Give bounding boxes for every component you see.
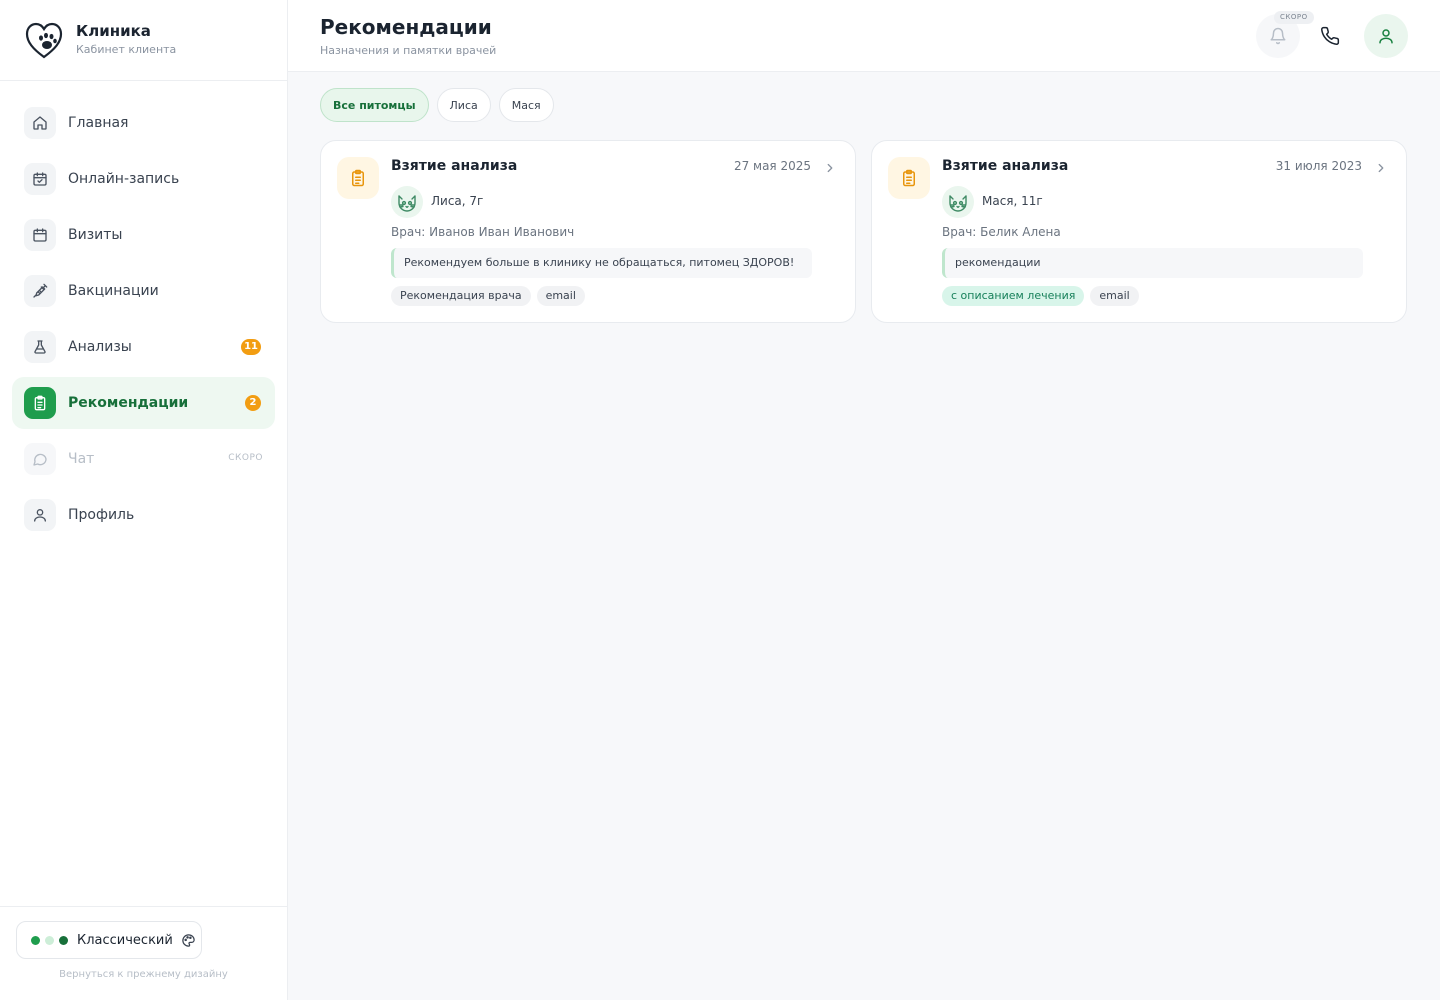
card-tags: с описанием лечения email bbox=[942, 286, 1145, 306]
sidebar-item-label: Рекомендации bbox=[68, 395, 189, 411]
sidebar: Клиника Кабинет клиента Главная Онлайн-з… bbox=[0, 0, 288, 1000]
sidebar-item-vaccinations[interactable]: Вакцинации bbox=[12, 265, 275, 317]
theme-dot-green bbox=[31, 935, 40, 945]
doctor-name: Врач: Иванов Иван Иванович bbox=[391, 225, 575, 239]
tag: с описанием лечения bbox=[942, 286, 1085, 306]
page-subtitle: Назначения и памятки врачей bbox=[320, 44, 497, 57]
chevron-right-icon[interactable] bbox=[823, 161, 837, 175]
sidebar-item-visits[interactable]: Визиты bbox=[12, 209, 275, 261]
page-title: Рекомендации bbox=[320, 15, 492, 39]
clipboard-icon bbox=[24, 387, 56, 419]
bell-icon bbox=[1269, 27, 1287, 45]
recommendation-note: Рекомендуем больше в клинику не обращать… bbox=[391, 248, 812, 278]
sidebar-item-label: Главная bbox=[68, 115, 129, 131]
recommendations-count-badge: 2 bbox=[245, 395, 261, 411]
notifications-soon-badge: СКОРО bbox=[1274, 11, 1314, 24]
sidebar-nav: Главная Онлайн-запись Визиты Вакцинации … bbox=[0, 81, 287, 541]
pet-filter-chips: Все питомцы Лиса Мася bbox=[320, 88, 562, 122]
sidebar-item-label: Онлайн-запись bbox=[68, 171, 180, 187]
clipboard-icon bbox=[888, 157, 930, 199]
sidebar-item-recommendations[interactable]: Рекомендации 2 bbox=[12, 377, 275, 429]
brand-title: Клиника bbox=[76, 22, 151, 40]
tag: email bbox=[1090, 286, 1139, 306]
doctor-name: Врач: Белик Алена bbox=[942, 225, 1061, 239]
sidebar-item-label: Профиль bbox=[68, 507, 135, 523]
home-icon bbox=[24, 107, 56, 139]
calendar-icon bbox=[24, 219, 56, 251]
chat-soon-label: СКОРО bbox=[228, 453, 263, 463]
sidebar-footer: Классический Вернуться к прежнему дизайн… bbox=[0, 906, 287, 1000]
sidebar-item-chat: Чат СКОРО bbox=[12, 433, 275, 485]
sidebar-item-profile[interactable]: Профиль bbox=[12, 489, 275, 541]
filter-pet-lisa[interactable]: Лиса bbox=[436, 88, 491, 122]
pet-name: Лиса, 7г bbox=[431, 194, 484, 208]
calendar-check-icon bbox=[24, 163, 56, 195]
clipboard-icon bbox=[337, 157, 379, 199]
sidebar-item-label: Анализы bbox=[68, 339, 132, 355]
phone-icon bbox=[1320, 26, 1340, 46]
recommendation-card[interactable]: Взятие анализа 31 июля 2023 Мася, 11г Вр… bbox=[871, 140, 1407, 323]
analyses-count-badge: 11 bbox=[241, 339, 261, 355]
filter-pet-masya[interactable]: Мася bbox=[498, 88, 554, 122]
recommendation-note: рекомендации bbox=[942, 248, 1363, 278]
sidebar-item-booking[interactable]: Онлайн-запись bbox=[12, 153, 275, 205]
palette-icon bbox=[181, 933, 196, 948]
sidebar-item-home[interactable]: Главная bbox=[12, 97, 275, 149]
sidebar-item-label: Визиты bbox=[68, 227, 123, 243]
theme-label: Классический bbox=[77, 932, 173, 948]
heart-paw-logo-icon bbox=[22, 18, 66, 62]
card-title: Взятие анализа bbox=[391, 158, 518, 174]
recommendation-card[interactable]: Взятие анализа 27 мая 2025 Лиса, 7г Врач… bbox=[320, 140, 856, 323]
card-date: 31 июля 2023 bbox=[1275, 159, 1362, 173]
card-date: 27 мая 2025 bbox=[733, 159, 811, 173]
pet-name: Мася, 11г bbox=[982, 194, 1043, 208]
syringe-icon bbox=[24, 275, 56, 307]
cat-avatar-icon bbox=[391, 186, 423, 218]
card-title: Взятие анализа bbox=[942, 158, 1069, 174]
theme-switcher-button[interactable]: Классический bbox=[16, 921, 202, 959]
top-header: Рекомендации Назначения и памятки врачей… bbox=[288, 0, 1440, 72]
card-tags: Рекомендация врача email bbox=[391, 286, 591, 306]
flask-icon bbox=[24, 331, 56, 363]
tag: email bbox=[536, 286, 585, 306]
sidebar-item-analyses[interactable]: Анализы 11 bbox=[12, 321, 275, 373]
chevron-right-icon[interactable] bbox=[1374, 161, 1388, 175]
theme-dot-light bbox=[45, 935, 54, 945]
phone-button[interactable] bbox=[1308, 14, 1352, 58]
brand-subtitle: Кабинет клиента bbox=[76, 43, 177, 56]
chat-icon bbox=[24, 443, 56, 475]
filter-all-pets[interactable]: Все питомцы bbox=[320, 88, 429, 122]
theme-dot-dark bbox=[59, 935, 68, 945]
sidebar-item-label: Чат bbox=[68, 451, 95, 467]
user-icon bbox=[1377, 27, 1395, 45]
cat-avatar-icon bbox=[942, 186, 974, 218]
tag: Рекомендация врача bbox=[391, 286, 531, 306]
user-icon bbox=[24, 499, 56, 531]
user-profile-button[interactable] bbox=[1364, 14, 1408, 58]
back-to-old-design-link[interactable]: Вернуться к прежнему дизайну bbox=[0, 969, 287, 980]
sidebar-item-label: Вакцинации bbox=[68, 283, 159, 299]
brand[interactable]: Клиника Кабинет клиента bbox=[0, 0, 287, 81]
